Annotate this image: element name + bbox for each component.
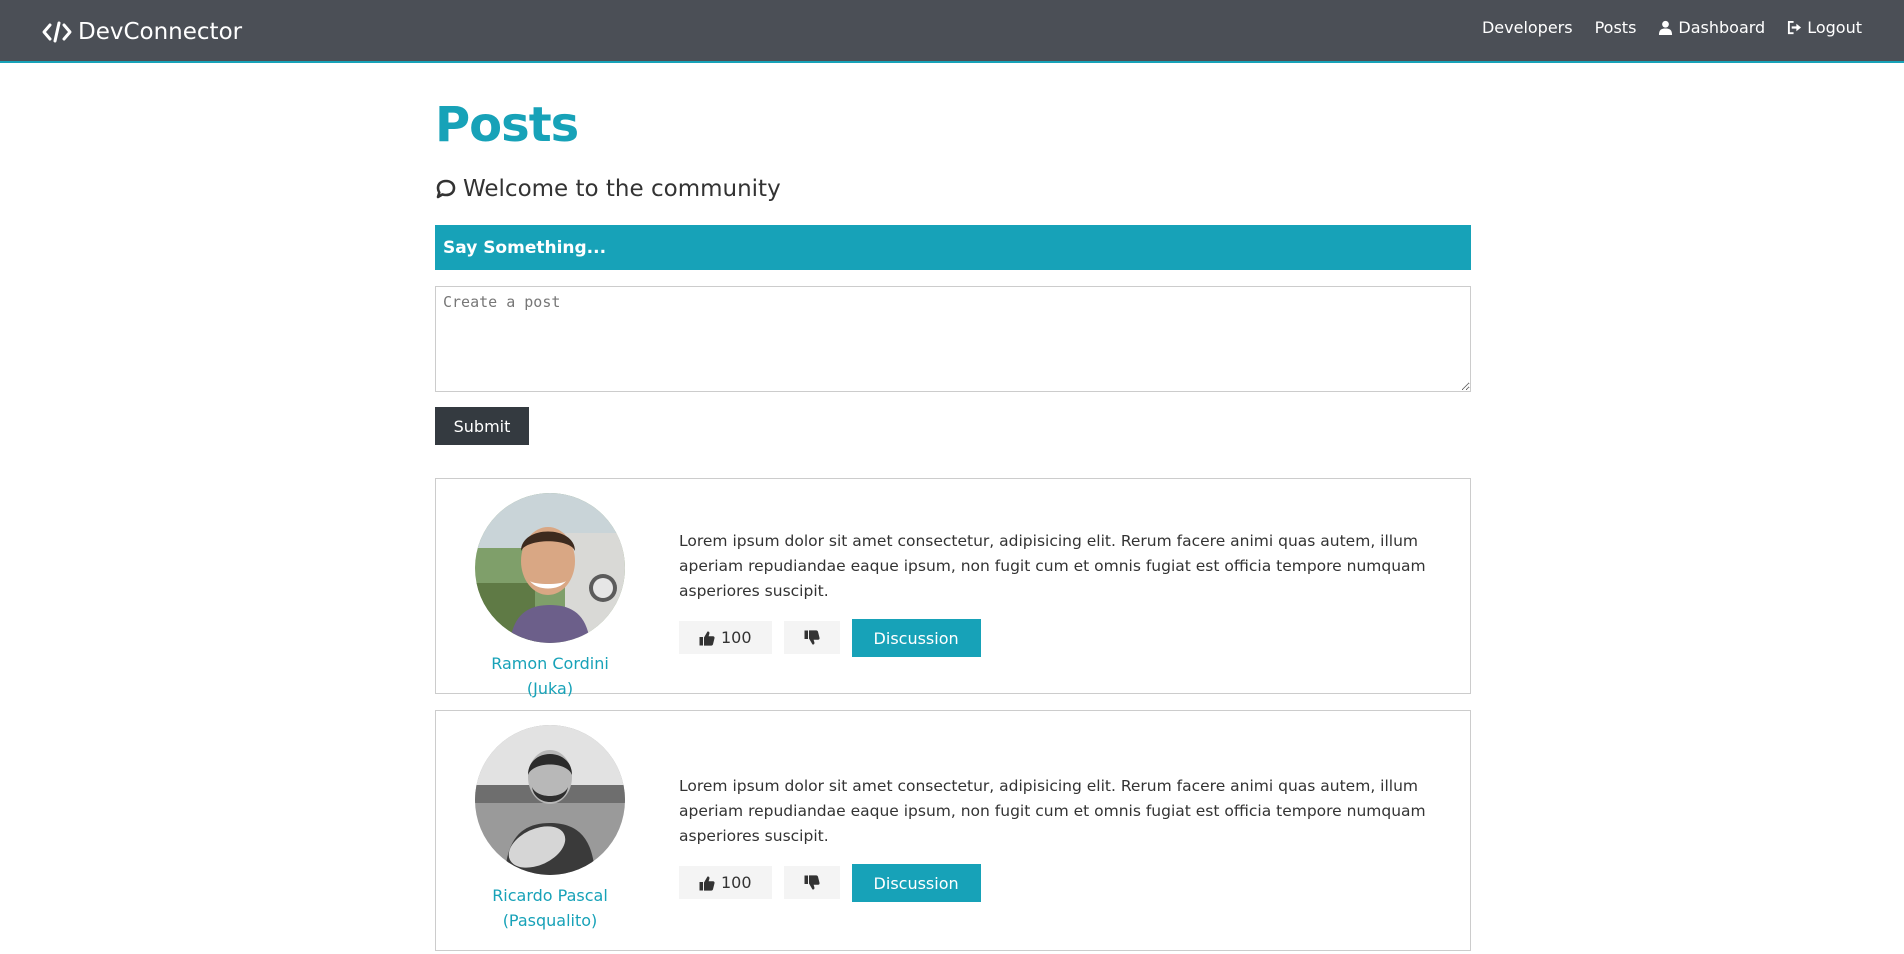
avatar[interactable] [475,493,625,643]
post-body: Lorem ipsum dolor sit amet consectetur, … [679,529,1449,657]
nav-link-logout[interactable]: Logout [1787,18,1862,37]
unlike-button[interactable] [783,866,840,899]
page-lead-text: Welcome to the community [463,176,781,202]
post-author: Ricardo Pascal (Pasqualito) [436,725,664,933]
nav-link-label: Posts [1594,18,1637,37]
author-name[interactable]: Ramon Cordini (Juka) [436,651,664,701]
like-button[interactable]: 100 [679,866,772,899]
thumbs-down-icon [804,629,820,645]
author-name[interactable]: Ricardo Pascal (Pasqualito) [436,883,664,933]
brand-link[interactable]: DevConnector [42,16,242,48]
post-actions: 100 Discussion [679,864,1449,902]
page-lead: Welcome to the community [435,176,781,202]
post-item: Ramon Cordini (Juka) Lorem ipsum dolor s… [435,478,1471,698]
submit-button[interactable]: Submit [435,407,529,445]
discussion-button[interactable]: Discussion [851,864,981,902]
avatar[interactable] [475,725,625,875]
nav-links: Developers Posts Dashboard Logout [1482,18,1862,37]
post-body: Lorem ipsum dolor sit amet consectetur, … [679,774,1449,902]
like-count: 100 [721,873,752,892]
post-text: Lorem ipsum dolor sit amet consectetur, … [679,777,1426,845]
nav-link-label: Logout [1807,18,1862,37]
code-icon [42,21,72,43]
like-count: 100 [721,628,752,647]
nav-link-label: Developers [1481,18,1573,37]
avatar-photo [475,493,625,643]
unlike-button[interactable] [783,621,840,654]
nav-link-posts[interactable]: Posts [1595,18,1637,37]
page-title: Posts [435,97,579,153]
thumbs-up-icon [699,875,715,891]
brand-name: DevConnector [78,19,243,45]
post-item: Ricardo Pascal (Pasqualito) Lorem ipsum … [435,710,1471,951]
post-form-header-text: Say Something... [443,237,607,258]
post-form-header: Say Something... [435,225,1471,270]
navbar: DevConnector Developers Posts Dashboard … [0,0,1904,63]
nav-link-label: Dashboard [1678,18,1766,37]
avatar-photo [475,725,625,875]
post-author: Ramon Cordini (Juka) [436,493,664,701]
sign-out-icon [1788,20,1802,35]
nav-link-dashboard[interactable]: Dashboard [1658,18,1765,37]
post-text: Lorem ipsum dolor sit amet consectetur, … [679,532,1426,600]
create-post-textarea[interactable] [435,286,1471,392]
discussion-button[interactable]: Discussion [851,619,981,657]
thumbs-down-icon [804,874,820,890]
nav-link-developers[interactable]: Developers [1482,18,1573,37]
post-actions: 100 Discussion [679,619,1449,657]
user-icon [1659,20,1673,35]
thumbs-up-icon [699,630,715,646]
comment-icon [436,179,456,199]
like-button[interactable]: 100 [679,621,772,654]
